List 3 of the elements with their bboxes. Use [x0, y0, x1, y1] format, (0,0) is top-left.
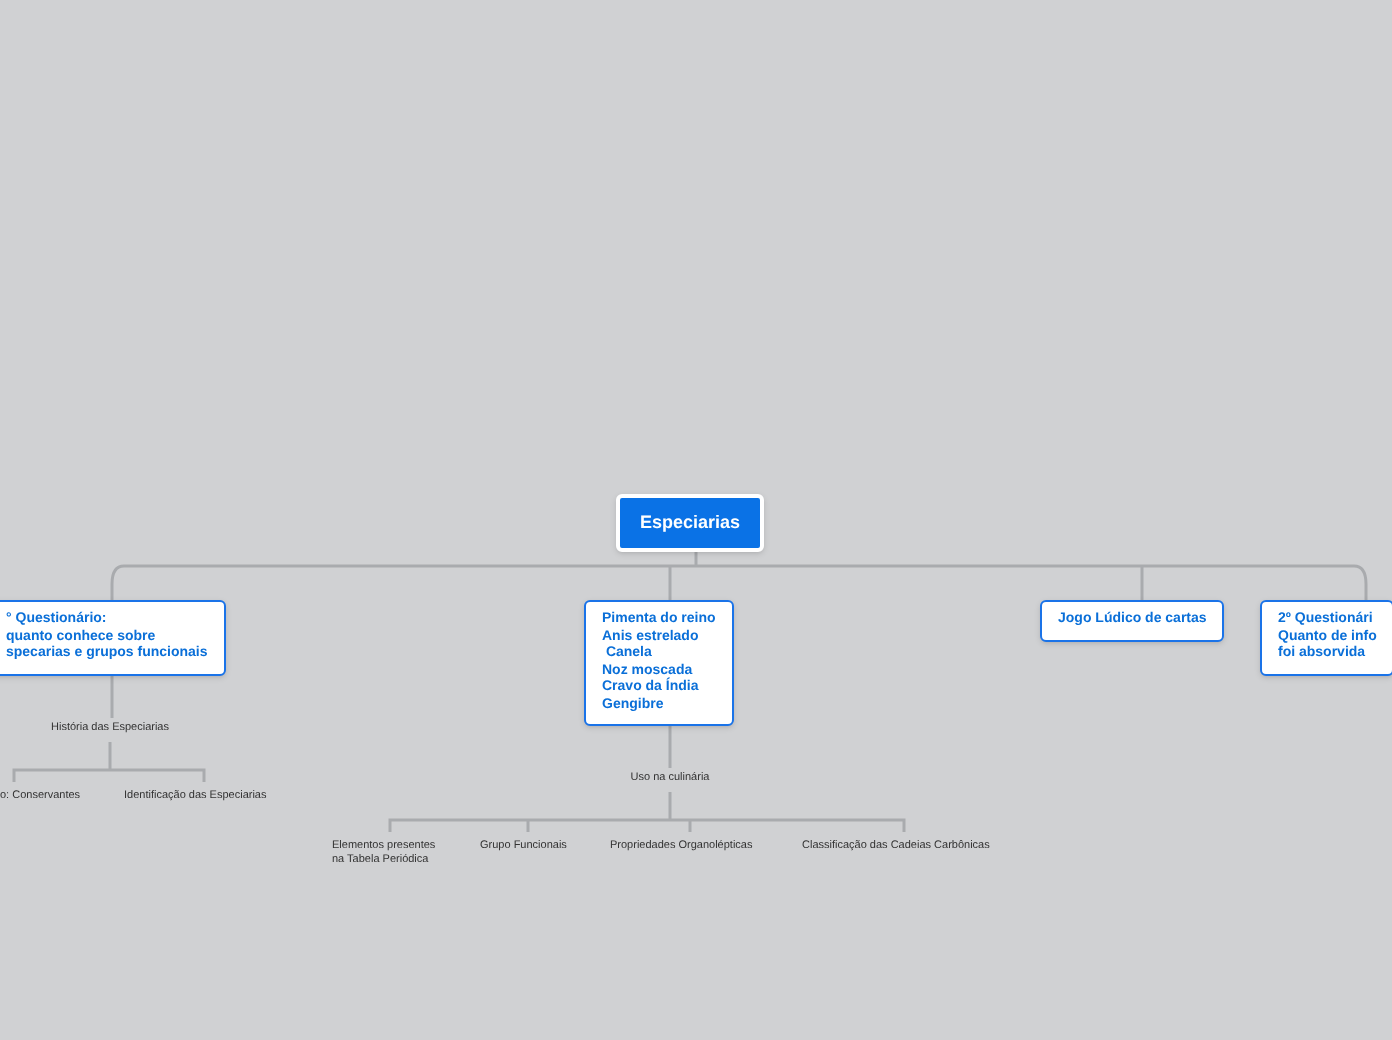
connector-line [110, 675, 114, 718]
root-topic[interactable]: Especiarias [616, 494, 765, 552]
connector-line [668, 726, 672, 768]
